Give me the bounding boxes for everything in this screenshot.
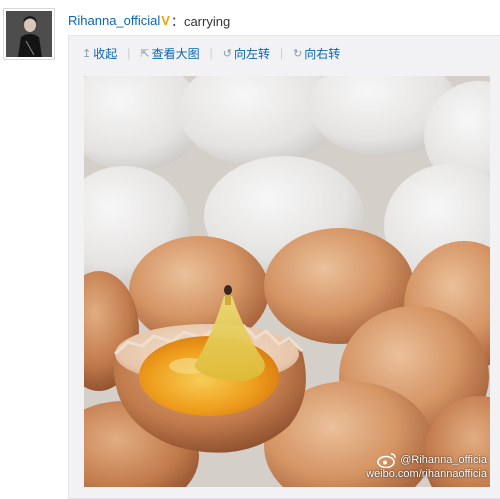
rotate-left-icon: ↺ (222, 47, 232, 60)
toolbar-divider: | (127, 46, 131, 60)
image-toolbar: ↥ 收起 | ⇱ 查看大图 | ↺ 向左转 | ↻ 向右转 (82, 44, 340, 62)
view-large-button[interactable]: ⇱ 查看大图 (140, 45, 199, 62)
media-panel: ↥ 收起 | ⇱ 查看大图 | ↺ 向左转 | ↻ 向右转 @Rihanna_o… (68, 35, 500, 499)
collapse-button[interactable]: ↥ 收起 (82, 45, 117, 62)
rotate-right-icon: ↻ (293, 47, 303, 60)
post-header: Rihanna_official V ：carrying (68, 10, 230, 30)
collapse-label: 收起 (93, 46, 118, 61)
toolbar-divider: | (209, 46, 213, 60)
view-large-icon: ⇱ (140, 47, 150, 60)
avatar-portrait-icon (6, 11, 52, 57)
image-watermark: @Rihanna_officia weibo.com/rihannaoffici… (366, 452, 487, 481)
watermark-url: weibo.com/rihannaofficia (366, 468, 487, 480)
rotate-left-button[interactable]: ↺ 向左转 (223, 45, 270, 62)
avatar-frame[interactable] (3, 8, 55, 60)
username-link[interactable]: Rihanna_official (68, 13, 160, 28)
rotate-right-label: 向右转 (304, 46, 341, 61)
weibo-logo-icon (377, 453, 396, 468)
toolbar-divider: | (279, 46, 284, 60)
collapse-icon: ↥ (82, 47, 92, 60)
post-photo[interactable]: @Rihanna_officia weibo.com/rihannaoffici… (84, 76, 490, 487)
watermark-handle: @Rihanna_officia (400, 453, 487, 466)
view-large-label: 查看大图 (151, 46, 200, 61)
verified-badge-icon[interactable]: V (161, 13, 170, 28)
avatar[interactable] (6, 11, 52, 57)
rotate-right-button[interactable]: ↻ 向右转 (293, 45, 340, 62)
eggs-photo-image (84, 76, 490, 487)
rotate-left-label: 向左转 (233, 46, 270, 61)
post-text: ：carrying (170, 13, 231, 29)
